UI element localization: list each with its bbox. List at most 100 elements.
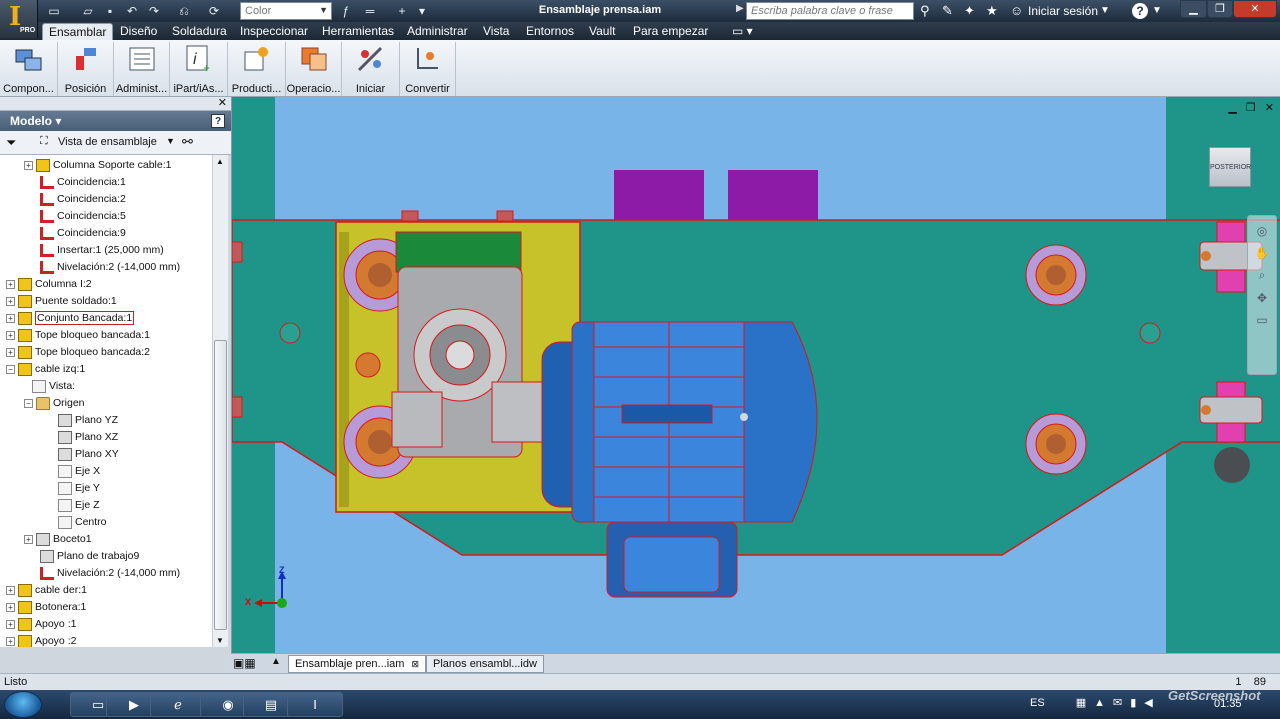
- tab-inspeccionar[interactable]: Inspeccionar: [234, 23, 314, 40]
- measure-icon[interactable]: ═: [362, 3, 378, 19]
- tree-item[interactable]: − cable izq:1: [6, 361, 85, 378]
- tree-item[interactable]: Eje Y: [58, 480, 100, 497]
- view-select[interactable]: Vista de ensamblaje: [58, 136, 157, 148]
- binoculars-icon[interactable]: ⚯: [182, 134, 193, 150]
- hex-nut[interactable]: [1025, 244, 1087, 306]
- update-icon[interactable]: ⟳: [206, 3, 222, 19]
- customize-dropdown-icon[interactable]: ▾: [414, 3, 430, 19]
- expand-icon[interactable]: +: [6, 279, 15, 289]
- tree-item[interactable]: Coincidencia:2: [40, 191, 126, 208]
- browser-panel-grip[interactable]: ✕: [0, 97, 231, 111]
- tree-item[interactable]: Centro: [58, 514, 107, 531]
- tab-diseno[interactable]: Diseño: [114, 23, 163, 40]
- restore-button[interactable]: ❐: [1207, 0, 1233, 18]
- convert-button[interactable]: Convertir: [400, 42, 456, 96]
- binoculars-icon[interactable]: ⚲: [920, 3, 930, 19]
- purple-block[interactable]: [614, 170, 704, 222]
- help-button[interactable]: ?: [1132, 3, 1148, 19]
- save-icon[interactable]: ▪: [102, 3, 118, 19]
- new-file-icon[interactable]: ▭: [46, 3, 62, 19]
- operations-button[interactable]: Operacio...: [286, 42, 342, 96]
- tree-item[interactable]: Insertar:1 (25,000 mm): [40, 242, 164, 259]
- gearbox[interactable]: [391, 231, 543, 458]
- assembly-model[interactable]: [232, 97, 1280, 653]
- expand-icon[interactable]: +: [6, 330, 15, 340]
- redo-icon[interactable]: ↷: [146, 3, 162, 19]
- tab-para-empezar[interactable]: Para empezar: [627, 23, 714, 40]
- tab-soldadura[interactable]: Soldadura: [166, 23, 233, 40]
- expand-icon[interactable]: +: [6, 347, 15, 357]
- doc-tab-assembly[interactable]: Ensamblaje pren...iam ⊠: [288, 655, 427, 673]
- return-icon[interactable]: ⎌: [176, 3, 192, 19]
- tree-item[interactable]: + Apoyo :2: [6, 633, 76, 647]
- look-at-icon[interactable]: ▭: [1248, 313, 1276, 327]
- tile-windows-icon[interactable]: ▣▦: [233, 656, 256, 670]
- tab-entornos[interactable]: Entornos: [520, 23, 580, 40]
- browser-title[interactable]: Modelo: [10, 114, 52, 128]
- tree-item[interactable]: Plano YZ: [58, 412, 118, 429]
- close-button[interactable]: ✕: [1233, 0, 1277, 18]
- tree-item[interactable]: + Apoyo :1: [6, 616, 76, 633]
- purple-block[interactable]: [728, 170, 818, 222]
- tree-item[interactable]: Nivelación:2 (-14,000 mm): [40, 259, 180, 276]
- start-button[interactable]: Iniciar: [342, 42, 400, 96]
- scrollbar-thumb[interactable]: [214, 340, 227, 630]
- steering-wheel-icon[interactable]: ◎: [1248, 224, 1276, 238]
- chevron-down-icon[interactable]: ▼: [166, 136, 175, 146]
- tree-item[interactable]: + Botonera:1: [6, 599, 86, 616]
- expand-icon[interactable]: +: [24, 534, 33, 544]
- component-button[interactable]: Compon...: [0, 42, 58, 96]
- start-button[interactable]: [4, 691, 42, 718]
- tree-item[interactable]: Plano XZ: [58, 429, 118, 446]
- search-input[interactable]: Escriba palabra clave o frase: [746, 2, 914, 20]
- pan-icon[interactable]: ✋: [1248, 246, 1276, 260]
- expand-icon[interactable]: +: [6, 619, 15, 629]
- tree-item[interactable]: + Puente soldado:1: [6, 293, 117, 310]
- tab-vault[interactable]: Vault: [583, 23, 621, 40]
- tray-icons[interactable]: ▦▲✉▮◀: [1076, 697, 1161, 709]
- wrench-icon[interactable]: ✎: [942, 3, 953, 19]
- undo-icon[interactable]: ↶: [124, 3, 140, 19]
- tree-item[interactable]: Vista:: [32, 378, 75, 395]
- internet-explorer-taskbar-icon[interactable]: ℯ: [150, 692, 206, 717]
- doc-tab-drawing[interactable]: Planos ensambl...idw: [426, 655, 544, 673]
- crosshair-icon[interactable]: +: [394, 3, 410, 19]
- tree-item[interactable]: + cable der:1: [6, 582, 87, 599]
- search-expand-icon[interactable]: ▶: [736, 3, 744, 14]
- communication-icon[interactable]: ✦: [964, 3, 975, 19]
- restore-icon[interactable]: ❐: [1246, 102, 1256, 114]
- productivity-button[interactable]: Producti...: [228, 42, 286, 96]
- help-icon[interactable]: ?: [211, 114, 225, 128]
- tree-item[interactable]: Eje Z: [58, 497, 100, 514]
- tab-ensamblar[interactable]: Ensamblar: [42, 23, 114, 40]
- chevron-down-icon[interactable]: ▼: [1100, 3, 1110, 19]
- expand-icon[interactable]: +: [6, 585, 15, 595]
- collapse-icon[interactable]: −: [6, 364, 15, 374]
- help-dropdown-icon[interactable]: ▼: [1152, 3, 1162, 19]
- tree-item[interactable]: + Tope bloqueo bancada:1: [6, 327, 150, 344]
- close-icon[interactable]: ⊠: [412, 659, 420, 669]
- open-documents-icon[interactable]: ▲: [271, 656, 281, 667]
- tab-vista[interactable]: Vista: [477, 23, 515, 40]
- star-icon[interactable]: ★: [986, 3, 998, 19]
- color-select[interactable]: Color ▼: [240, 2, 332, 20]
- browser-header[interactable]: Modelo ▾ ?: [0, 111, 231, 131]
- tree-item[interactable]: Coincidencia:1: [40, 174, 126, 191]
- tree-scrollbar[interactable]: ▲ ▼: [212, 155, 228, 647]
- scroll-up-icon[interactable]: ▲: [216, 157, 224, 166]
- cable-end[interactable]: [1214, 447, 1250, 483]
- expand-icon[interactable]: +: [6, 313, 15, 323]
- tree-item[interactable]: + Columna I:2: [6, 276, 92, 293]
- expand-icon[interactable]: +: [6, 636, 15, 646]
- tree-item[interactable]: Eje X: [58, 463, 100, 480]
- tree-item[interactable]: Plano XY: [58, 446, 119, 463]
- tab-administrar[interactable]: Administrar: [401, 23, 474, 40]
- close-icon[interactable]: ✕: [1265, 102, 1274, 114]
- manage-button[interactable]: Administ...: [114, 42, 170, 96]
- expand-icon[interactable]: +: [6, 296, 15, 306]
- language-indicator[interactable]: ES: [1030, 697, 1045, 709]
- login-link[interactable]: Iniciar sesión: [1028, 4, 1098, 18]
- tab-herramientas[interactable]: Herramientas: [316, 23, 400, 40]
- filter-icon[interactable]: ⏷: [6, 135, 16, 151]
- application-menu-button[interactable]: I PRO: [0, 0, 38, 38]
